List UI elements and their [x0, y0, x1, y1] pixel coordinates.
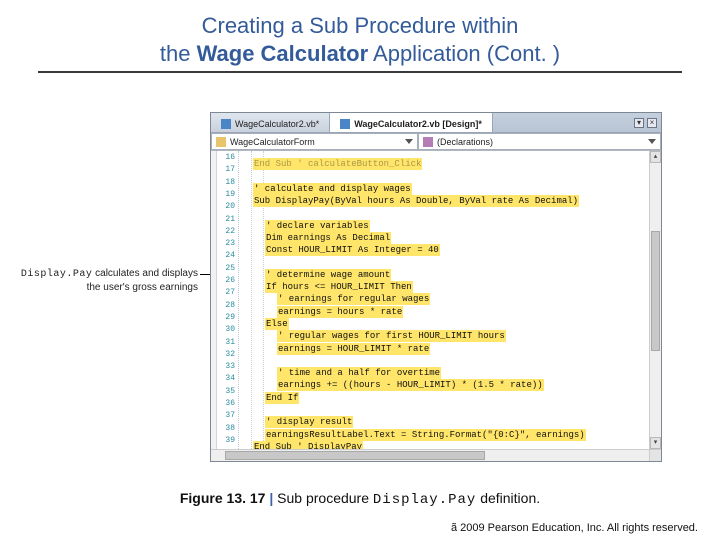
line-number: 23 — [225, 239, 235, 248]
line-number: 37 — [225, 411, 235, 420]
code-line: End Sub ' calculateButton_Click — [241, 153, 649, 165]
code-line: ' calculate and display wages — [241, 178, 649, 190]
title-line1-post: Procedure within — [348, 13, 518, 38]
slide-title: Creating a Sub Procedure within the Wage… — [0, 0, 720, 67]
line-number: 21 — [225, 215, 235, 224]
tab-label-0: WageCalculator2.vb* — [235, 119, 319, 129]
scrollbar-thumb[interactable] — [225, 451, 485, 460]
caption-pre: Sub procedure — [277, 490, 373, 506]
line-number: 39 — [225, 436, 235, 445]
code-line: ' declare variables — [241, 215, 649, 227]
line-number: 30 — [225, 325, 235, 334]
line-number: 33 — [225, 362, 235, 371]
ide-window: WageCalculator2.vb* WageCalculator2.vb [… — [210, 112, 662, 462]
tab-dropdown-icon[interactable]: ▾ — [634, 118, 644, 128]
tab-close-icon[interactable]: × — [647, 118, 657, 128]
line-number: 28 — [225, 301, 235, 310]
callout-text: calculates and displays the user's gross… — [87, 268, 198, 293]
code-line — [241, 350, 649, 362]
code-line: Else — [241, 313, 649, 325]
line-number: 22 — [225, 227, 235, 236]
code-line — [241, 165, 649, 177]
code-editor[interactable]: 16 17 18 19 20 21 22 23 24 25 26 27 28 29 30 31 32 33 34 35… — [211, 151, 649, 449]
member-selector-value: (Declarations) — [437, 137, 493, 147]
vb-file-icon — [340, 119, 350, 129]
declarations-icon — [423, 137, 433, 147]
code-area: End Sub ' calculateButton_Click ' calcula… — [241, 151, 649, 449]
scrollbar-thumb[interactable] — [651, 231, 660, 351]
code-line: Const HOUR_LIMIT As Integer = 40 — [241, 239, 649, 251]
callout-code-name: Display.Pay — [21, 269, 93, 280]
code-line: ' determine wage amount — [241, 264, 649, 276]
line-number: 17 — [225, 165, 235, 174]
code-line: Sub DisplayPay(ByVal hours As Double, By… — [241, 190, 649, 202]
title-line1-sub: Sub — [309, 13, 348, 38]
code-line: ' earnings for regular wages — [241, 288, 649, 300]
caption-post: definition. — [476, 490, 540, 506]
figure-caption: Figure 13. 17 | Sub procedure Display.Pa… — [0, 490, 720, 508]
class-selector[interactable]: WageCalculatorForm — [211, 133, 418, 150]
class-icon — [216, 137, 226, 147]
figure-number: Figure 13. 17 — [180, 490, 266, 506]
code-line: ' display result — [241, 411, 649, 423]
code-line: ' regular wages for first HOUR_LIMIT hou… — [241, 325, 649, 337]
member-selector[interactable]: (Declarations) — [418, 133, 661, 150]
scroll-up-icon[interactable]: ▴ — [650, 151, 661, 163]
code-line: earnings += ((hours - HOUR_LIMIT) * (1.5… — [241, 374, 649, 386]
code-line: ' time and a half for overtime — [241, 362, 649, 374]
editor-wrap: 16 17 18 19 20 21 22 23 24 25 26 27 28 29 30 31 32 33 34 35… — [211, 151, 661, 461]
line-number-gutter: 16 17 18 19 20 21 22 23 24 25 26 27 28 29 30 31 32 33 34 35… — [217, 151, 239, 449]
code-line — [241, 399, 649, 411]
line-number: 34 — [225, 374, 235, 383]
title-underline — [38, 71, 682, 73]
code-line: Dim earnings As Decimal — [241, 227, 649, 239]
line-number: 31 — [225, 338, 235, 347]
code-line: If hours <= HOUR_LIMIT Then — [241, 276, 649, 288]
chevron-down-icon — [405, 139, 413, 144]
class-selector-value: WageCalculatorForm — [230, 137, 315, 147]
line-number: 32 — [225, 350, 235, 359]
caption-code: Display.Pay — [373, 492, 476, 508]
title-line2-post: Application (Cont. ) — [368, 41, 560, 66]
scrollbar-corner — [649, 449, 661, 461]
copyright-footer: ã 2009 Pearson Education, Inc. All right… — [451, 522, 698, 534]
line-number: 24 — [225, 251, 235, 260]
scroll-down-icon[interactable]: ▾ — [650, 437, 661, 449]
tab-bar: WageCalculator2.vb* WageCalculator2.vb [… — [211, 113, 661, 133]
navigation-combos: WageCalculatorForm (Declarations) — [211, 133, 661, 151]
tab-label-1: WageCalculator2.vb [Design]* — [354, 119, 482, 129]
title-line1-pre: Creating a — [202, 13, 310, 38]
chevron-down-icon — [648, 139, 656, 144]
line-number: 26 — [225, 276, 235, 285]
code-line — [241, 202, 649, 214]
line-number: 38 — [225, 424, 235, 433]
vertical-scrollbar[interactable]: ▴ ▾ — [649, 151, 661, 449]
line-number: 16 — [225, 153, 235, 162]
tab-bar-controls: ▾ × — [634, 113, 661, 132]
line-number: 35 — [225, 387, 235, 396]
line-number: 18 — [225, 178, 235, 187]
code-line: earnings = hours * rate — [241, 301, 649, 313]
code-line: End Sub ' DisplayPay — [241, 436, 649, 448]
vb-file-icon — [221, 119, 231, 129]
line-number: 20 — [225, 202, 235, 211]
tab-code-file[interactable]: WageCalculator2.vb* — [211, 113, 330, 132]
title-app-name: Wage Calculator — [197, 41, 369, 66]
line-number: 29 — [225, 313, 235, 322]
caption-separator: | — [265, 490, 277, 506]
line-number: 19 — [225, 190, 235, 199]
title-line2-pre: the — [160, 41, 197, 66]
code-line: earningsResultLabel.Text = String.Format… — [241, 424, 649, 436]
code-text: End Sub ' DisplayPay — [253, 441, 363, 449]
code-line: End If — [241, 387, 649, 399]
line-number: 27 — [225, 288, 235, 297]
line-number: 25 — [225, 264, 235, 273]
code-line: earnings = HOUR_LIMIT * rate — [241, 338, 649, 350]
tab-design-file[interactable]: WageCalculator2.vb [Design]* — [330, 113, 493, 132]
line-number: 36 — [225, 399, 235, 408]
annotation-callout: Display.Pay calculates and displays the … — [10, 268, 198, 294]
code-line — [241, 251, 649, 263]
horizontal-scrollbar[interactable] — [211, 449, 649, 461]
